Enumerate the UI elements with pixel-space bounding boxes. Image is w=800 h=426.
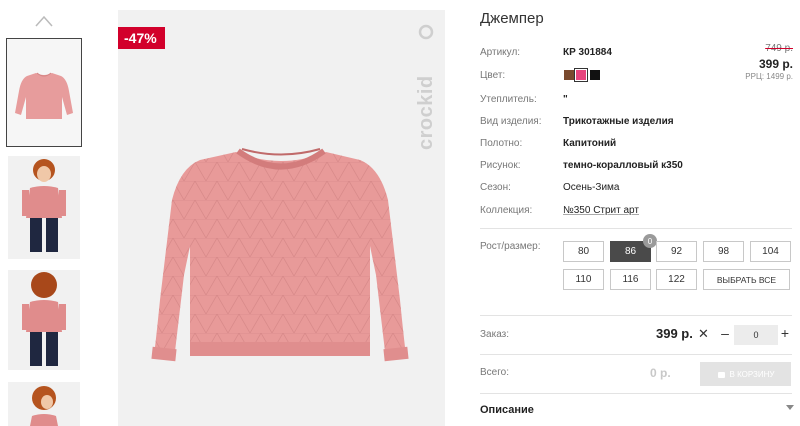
chevron-up-icon[interactable] <box>34 14 54 28</box>
color-swatch-pink[interactable] <box>574 68 588 82</box>
child-side-thumbnail-image <box>8 382 80 426</box>
product-details-panel: Джемпер 749 р. 399 р. РРЦ: 1499 р. Артик… <box>480 0 800 426</box>
divider <box>480 228 792 229</box>
total-label: Всего: <box>480 367 509 378</box>
recommended-retail-price: РРЦ: 1499 р. <box>745 72 793 81</box>
thumbnail-gallery <box>0 0 90 426</box>
size-button-92[interactable]: 92 <box>656 241 697 262</box>
order-price: 399 р. <box>656 326 693 341</box>
product-title: Джемпер <box>480 10 544 27</box>
sweater-thumbnail-image <box>7 39 81 146</box>
current-price: 399 р. <box>758 57 793 71</box>
attr-label-fabric: Полотно: <box>480 138 523 149</box>
choose-all-sizes-button[interactable]: ВЫБРАТЬ ВСЕ <box>703 269 790 290</box>
divider <box>480 393 792 394</box>
crockid-logo-icon: crockid <box>415 24 437 150</box>
attr-value-insulation: " <box>563 94 568 105</box>
attr-value-season: Осень-Зима <box>563 182 620 193</box>
attr-value-pattern: темно-коралловый к350 <box>563 160 683 171</box>
multiply-icon: ✕ <box>698 326 709 341</box>
attr-label-season: Сезон: <box>480 182 511 193</box>
order-label: Заказ: <box>480 329 510 340</box>
attr-value-fabric: Капитоний <box>563 138 617 149</box>
size-button-104[interactable]: 104 <box>750 241 791 262</box>
cart-icon <box>717 371 725 378</box>
thumbnail-2[interactable] <box>8 156 80 259</box>
thumbnail-3[interactable] <box>8 270 80 370</box>
total-value: 0 р. <box>650 366 671 380</box>
add-to-cart-label: В КОРЗИНУ <box>729 369 775 379</box>
size-button-116[interactable]: 116 <box>610 269 651 290</box>
thumbnail-4[interactable] <box>8 382 80 426</box>
size-count-badge: 0 <box>643 234 657 248</box>
attr-label-collection: Коллекция: <box>480 205 533 216</box>
size-button-110[interactable]: 110 <box>563 269 604 290</box>
sizes-label: Рост/размер: <box>480 241 541 252</box>
child-front-thumbnail-image <box>8 156 80 259</box>
add-to-cart-button[interactable]: В КОРЗИНУ <box>700 362 791 386</box>
sweater-image <box>151 148 409 362</box>
quantity-increase-button[interactable]: + <box>778 325 792 343</box>
divider <box>480 315 792 316</box>
child-back-thumbnail-image <box>8 270 80 370</box>
attr-label-insulation: Утеплитель: <box>480 94 537 105</box>
attr-label-article: Артикул: <box>480 47 521 58</box>
discount-badge: -47% <box>118 27 165 49</box>
color-swatch-brown[interactable] <box>564 70 574 80</box>
collection-link[interactable]: №350 Стрит арт <box>563 205 639 216</box>
attr-label-item-type: Вид изделия: <box>480 116 542 127</box>
description-toggle[interactable]: Описание <box>480 404 534 416</box>
divider <box>480 354 792 355</box>
color-swatch-black[interactable] <box>590 70 600 80</box>
size-button-122[interactable]: 122 <box>656 269 697 290</box>
attr-label-pattern: Рисунок: <box>480 160 521 171</box>
quantity-input[interactable] <box>734 325 778 345</box>
quantity-decrease-button[interactable]: – <box>718 325 732 343</box>
size-button-80[interactable]: 80 <box>563 241 604 262</box>
chevron-down-icon[interactable] <box>786 405 794 410</box>
main-product-image: -47% crockid <box>118 10 445 426</box>
attr-value-article: КР 301884 <box>563 47 612 58</box>
old-price: 749 р. <box>765 43 793 54</box>
size-button-98[interactable]: 98 <box>703 241 744 262</box>
thumbnail-1[interactable] <box>6 38 82 147</box>
attr-label-color: Цвет: <box>480 70 506 81</box>
attr-value-item-type: Трикотажные изделия <box>563 116 674 127</box>
svg-text:crockid: crockid <box>415 75 437 150</box>
